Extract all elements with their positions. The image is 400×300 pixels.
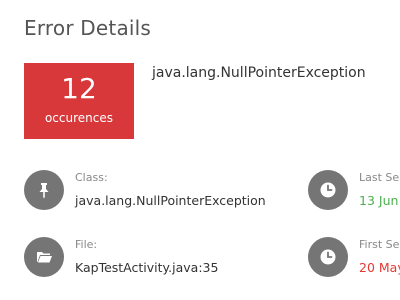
file-value: KapTestActivity.java:35 xyxy=(75,260,219,275)
first-seen-value: 20 May xyxy=(359,260,400,275)
exception-name: java.lang.NullPointerException xyxy=(152,65,366,81)
page-title: Error Details xyxy=(24,16,152,40)
first-seen-label: First Se xyxy=(359,238,400,251)
class-value: java.lang.NullPointerException xyxy=(75,193,266,208)
occurrence-count-badge: 12 occurences xyxy=(24,63,134,139)
class-info: Class: java.lang.NullPointerException xyxy=(24,170,324,214)
pin-icon xyxy=(24,170,64,210)
last-seen-label: Last Se xyxy=(359,171,400,184)
file-label: File: xyxy=(75,238,98,251)
occurrence-count-label: occurences xyxy=(44,111,114,125)
file-info: File: KapTestActivity.java:35 xyxy=(24,237,324,281)
class-label: Class: xyxy=(75,171,108,184)
first-seen-info: First Se 20 May xyxy=(308,237,400,281)
clock-icon xyxy=(308,237,348,277)
last-seen-value: 13 Jun xyxy=(359,193,399,208)
folder-icon xyxy=(24,237,64,277)
clock-icon xyxy=(308,170,348,210)
last-seen-info: Last Se 13 Jun xyxy=(308,170,400,214)
occurrence-count: 12 xyxy=(61,72,97,105)
